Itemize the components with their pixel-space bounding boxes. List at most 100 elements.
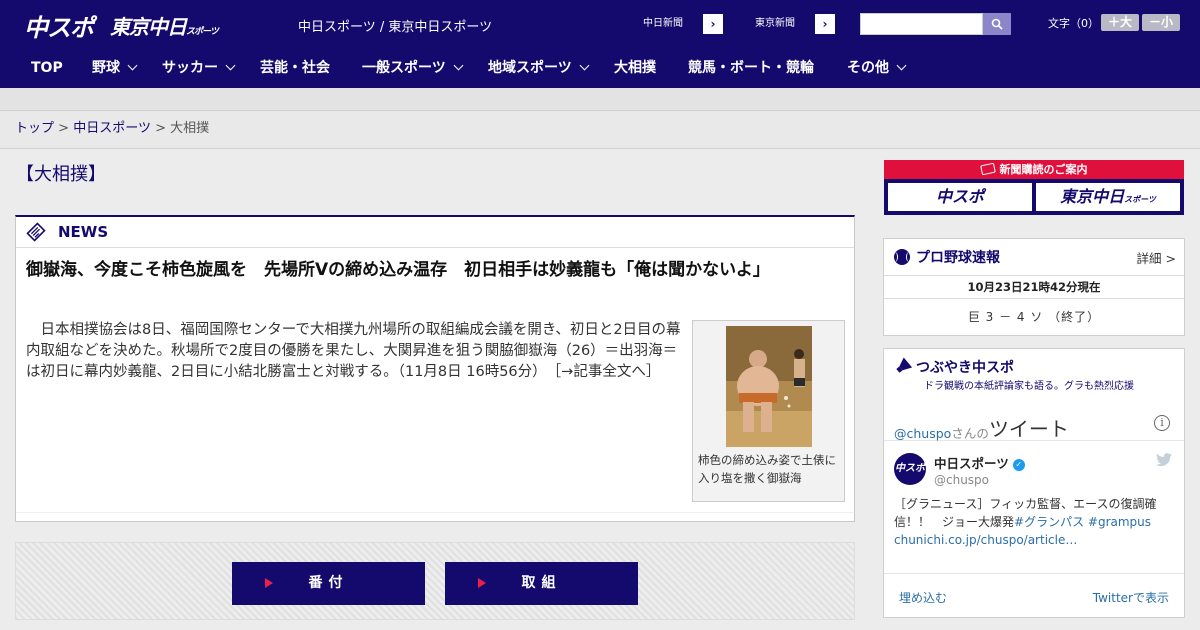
- nav-item-baseball[interactable]: 野球: [92, 48, 138, 88]
- photo-caption: 柿色の締め込み姿で土俵に入り塩を撒く御嶽海: [698, 453, 836, 485]
- subscribe-tokyo-small: スポーツ: [1124, 195, 1156, 204]
- twitter-footer: 埋め込む Twitterで表示: [884, 573, 1184, 617]
- score-timestamp: 10月23日21時42分現在: [884, 275, 1184, 299]
- chevron-right-icon: ›: [822, 17, 828, 31]
- score-line[interactable]: 巨 3 － 4 ソ （終了）: [884, 299, 1184, 335]
- info-icon[interactable]: i: [1154, 415, 1170, 431]
- nav-item-racing[interactable]: 競馬・ボート・競輪: [688, 48, 814, 88]
- nav-item-entertainment[interactable]: 芸能・社会: [260, 48, 330, 88]
- nav-label: 地域スポーツ: [488, 60, 572, 76]
- subscription-title: 新聞購読のご案内: [884, 160, 1184, 179]
- nav-item-soccer[interactable]: サッカー: [162, 48, 236, 88]
- chunichi-shimbun-label: 中日新聞: [623, 14, 703, 34]
- banzuke-label: 番付: [308, 575, 349, 591]
- megaphone-icon: [896, 357, 912, 373]
- chuspo-logo[interactable]: 中スポ: [24, 8, 94, 43]
- tokyo-logo-text: 東京中日: [110, 15, 187, 39]
- nav-label: 一般スポーツ: [362, 60, 446, 76]
- hashtag-link[interactable]: #grampus: [1088, 515, 1151, 529]
- news-photo-box: 柿色の締め込み姿で土俵に入り塩を撒く御嶽海: [692, 320, 845, 502]
- nav-label: サッカー: [162, 60, 218, 76]
- view-on-twitter-link[interactable]: Twitterで表示: [1093, 589, 1169, 606]
- twitter-handle-heading[interactable]: @chuspoさんの: [894, 426, 989, 441]
- nav-label: TOP: [31, 60, 63, 76]
- site-name: 中日スポーツ / 東京中日スポーツ: [298, 20, 493, 35]
- search-button[interactable]: [983, 13, 1011, 35]
- baseball-icon: [894, 249, 910, 265]
- tweet-url-link[interactable]: chunichi.co.jp/chuspo/article…: [894, 533, 1077, 547]
- nav-item-other[interactable]: その他: [847, 48, 907, 88]
- news-headline[interactable]: 御嶽海、今度こそ柿色旋風を 先場所Vの締め込み温存 初日相手は妙義龍も「俺は聞か…: [26, 257, 826, 284]
- torikumi-button[interactable]: 取組: [445, 562, 638, 605]
- baseball-title: プロ野球速報: [916, 250, 1000, 266]
- nav-label: 野球: [92, 60, 120, 76]
- subscribe-tokyo-logo[interactable]: 東京中日スポーツ: [1036, 183, 1180, 211]
- twitter-title: つぶやき中スポ: [916, 360, 1014, 376]
- breadcrumb-separator: >: [58, 121, 70, 136]
- page-title: 【大相撲】: [16, 164, 106, 185]
- twitter-handle-text: @chuspo: [894, 426, 952, 441]
- account-name-text: 中日スポーツ: [934, 456, 1009, 471]
- play-triangle-icon: [478, 578, 486, 588]
- news-header: NEWS: [16, 217, 854, 248]
- banzuke-button[interactable]: 番付: [232, 562, 425, 605]
- news-section: NEWS 御嶽海、今度こそ柿色旋風を 先場所Vの締め込み温存 初日相手は妙義龍も…: [15, 215, 855, 522]
- spacer-band: [0, 88, 1200, 111]
- subscription-banner[interactable]: 新聞購読のご案内 中スポ 東京中日スポーツ: [884, 160, 1184, 215]
- nav-item-local-sports[interactable]: 地域スポーツ: [488, 48, 590, 88]
- play-triangle-icon: [265, 578, 273, 588]
- avatar[interactable]: 中スポ: [894, 453, 926, 485]
- news-divider: [16, 512, 854, 513]
- search-icon: [991, 18, 1003, 30]
- chevron-down-icon: [225, 60, 236, 71]
- chevron-down-icon: [127, 60, 138, 71]
- tweet-word: ツイート: [988, 417, 1069, 441]
- nav-item-general-sports[interactable]: 一般スポーツ: [362, 48, 464, 88]
- newspaper-icon: [26, 222, 46, 242]
- account-handle[interactable]: @chuspo: [934, 473, 989, 487]
- nav-label: その他: [847, 60, 889, 76]
- nav-item-sumo[interactable]: 大相撲: [614, 48, 656, 88]
- baseball-header: プロ野球速報 詳細 >: [884, 239, 1184, 275]
- breadcrumb-current: 大相撲: [170, 121, 210, 136]
- tweet-text: ［グラニュース］フィッカ監督、エースの復調確信！！ ジョー大爆発#グランパス #…: [894, 495, 1164, 549]
- hashtag-link[interactable]: #グランパス: [1014, 515, 1084, 529]
- breadcrumb-chunichi[interactable]: 中日スポーツ: [73, 121, 151, 136]
- nav-item-top[interactable]: TOP: [31, 48, 63, 88]
- chevron-down-icon: [896, 60, 907, 71]
- font-decrease-button[interactable]: －小: [1142, 14, 1180, 31]
- font-size-label: 文字（0）: [1048, 17, 1099, 30]
- twitter-bird-icon[interactable]: [1156, 453, 1172, 467]
- breadcrumb-separator: >: [155, 121, 166, 136]
- sumo-wrestler-photo[interactable]: [726, 326, 812, 447]
- breadcrumb-top[interactable]: トップ: [15, 121, 54, 136]
- subscribe-tokyo-text: 東京中日: [1060, 187, 1125, 206]
- twitter-card: つぶやき中スポ ドラ観戦の本紙評論家も語る。グラも熱烈応援 @chuspoさんの…: [883, 348, 1185, 618]
- chevron-down-icon: [579, 60, 590, 71]
- main-nav: TOP 野球 サッカー 芸能・社会 一般スポーツ 地域スポーツ 大相撲 競馬・ボ…: [0, 48, 1200, 88]
- chunichi-shimbun-link[interactable]: 中日新聞 ›: [622, 13, 724, 35]
- breadcrumb: トップ > 中日スポーツ > 大相撲: [0, 111, 1200, 149]
- tokyo-logo-small: スポーツ: [186, 27, 219, 37]
- chevron-down-icon: [453, 60, 464, 71]
- baseball-score-card: プロ野球速報 詳細 > 10月23日21時42分現在 巨 3 － 4 ソ （終了…: [883, 238, 1185, 336]
- top-header: 中スポ 東京中日スポーツ 中日スポーツ / 東京中日スポーツ 中日新聞 › 東京…: [0, 0, 1200, 48]
- chevron-right-icon: ›: [710, 17, 716, 31]
- read-more-link[interactable]: ［→記事全文へ］: [554, 364, 660, 380]
- verified-icon: ✓: [1012, 458, 1025, 471]
- search-input[interactable]: [860, 13, 983, 35]
- nav-label: 競馬・ボート・競輪: [688, 60, 814, 76]
- baseball-detail-link[interactable]: 詳細 >: [1137, 248, 1176, 267]
- sumo-buttons-area: 番付 取組: [15, 542, 855, 620]
- newspaper-icon: [979, 162, 996, 176]
- tokyo-shimbun-label: 東京新聞: [735, 14, 815, 34]
- font-increase-button[interactable]: ＋大: [1101, 14, 1139, 31]
- embed-link[interactable]: 埋め込む: [899, 589, 947, 606]
- tokyo-chunichi-logo[interactable]: 東京中日スポーツ: [110, 11, 219, 40]
- news-label: NEWS: [58, 223, 109, 241]
- nav-label: 大相撲: [614, 60, 656, 76]
- twitter-san-no: さんの: [951, 426, 989, 441]
- account-name[interactable]: 中日スポーツ ✓: [934, 453, 1025, 472]
- subscribe-chuspo-logo[interactable]: 中スポ: [888, 183, 1032, 211]
- tokyo-shimbun-link[interactable]: 東京新聞 ›: [734, 13, 836, 35]
